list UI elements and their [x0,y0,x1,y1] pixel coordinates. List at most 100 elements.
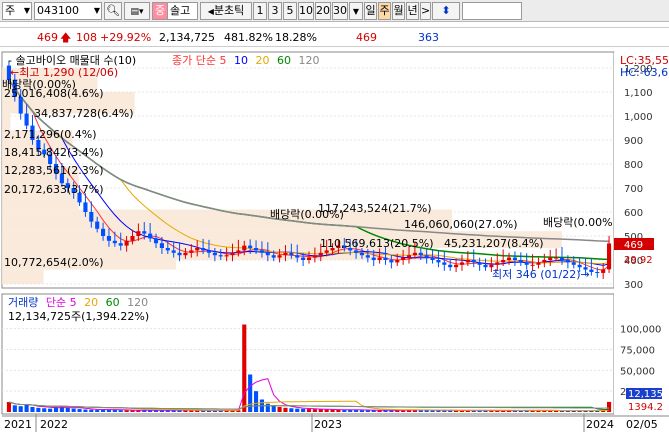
candle-body [418,252,423,256]
period-label: 일 [365,4,376,17]
candle-body [324,250,329,253]
candle-body [248,245,253,248]
history-button[interactable]: ▤▾ [124,2,150,20]
code-input[interactable]: 043100 ▼ [34,2,102,20]
candle-body [277,255,282,258]
interval-5[interactable]: 5 [283,2,297,20]
candle-body [442,262,447,265]
stock-chart[interactable]: 25,016,408(4.6%)34,837,728(6.4%)2,171,29… [0,50,669,432]
volume-tick-label: 100,000 [620,325,661,336]
dividend-label-1: 배당락(0.00%) [2,78,76,91]
volume-bar [271,405,276,412]
candle-body [477,262,482,265]
candle-body [118,243,123,246]
stock-tag-label: 중 [154,4,166,17]
volume-bar [130,410,135,412]
split-button[interactable]: ◀분초틱 [200,2,252,20]
volume-bar [312,409,317,412]
candle-body [283,252,288,256]
period-month[interactable]: 월 [392,2,405,20]
candle-body [383,257,388,260]
volume-bar [277,407,282,412]
interval-label: 1 [256,4,264,17]
x-label-2021: 2021 [4,418,32,431]
candle-body [489,264,494,268]
split-label: 분초틱 [213,4,245,17]
ma-120: 120 [298,54,319,67]
volume-info: 12,134,725주(1,394.22%) [8,310,149,323]
interval-10[interactable]: 10 [298,2,314,20]
history-icon: ▤▾ [130,7,144,17]
up-arrow-icon: 🡅 [60,31,72,44]
x-label-2024: 2024 [586,418,614,431]
chevron-down-icon: ▼ [352,7,360,16]
interval-label: 20 [316,4,330,17]
interval-30[interactable]: 30 [332,2,348,20]
interval-20[interactable]: 20 [315,2,331,20]
volume-bar [124,410,129,412]
interval-3[interactable]: 3 [268,2,282,20]
candle-body [201,248,206,251]
price-tick-label: 800 [624,160,643,171]
dividend-label-2: 배당락(0.00%) [270,208,344,221]
volume-bar [318,409,323,412]
candle-body [289,252,294,256]
period-week[interactable]: 주 [378,2,391,20]
market-select[interactable]: 주 ▼ [2,2,32,20]
candle-body [412,252,417,256]
volume-bar [30,407,35,412]
candle-body [371,257,376,260]
candle-body [142,231,147,234]
profile-label: 110,569,613(20.5%) [320,237,434,250]
profile-label: 20,172,633(3.7%) [4,183,104,196]
candle-body [236,250,241,253]
candle-body [95,221,100,229]
candle-body [189,250,194,253]
profile-label: 45,231,207(8.4%) [444,237,544,250]
updown-button[interactable]: ⬍ [432,2,460,20]
candle-body [124,240,129,246]
low-annotation: 최저 346 (01/22)→ [492,268,590,281]
candle-body [136,231,141,236]
volume-legend: 거래량 단순 5 20 60 120 [8,296,148,309]
ma-20: 20 [255,54,269,67]
candle-body [571,262,576,265]
volume-bar [77,409,82,412]
candle-body [506,257,512,260]
candle-body [501,260,506,263]
candle-body [206,250,212,253]
interval-label: 3 [271,4,279,17]
candle-body [454,264,459,268]
volume-bar [65,407,70,412]
search-button[interactable]: 🔍︎ [104,2,122,20]
volume-bar [265,403,270,412]
next-button[interactable]: > [420,2,431,20]
profile-label: 12,283,561(2.3%) [4,164,104,177]
candle-body [106,236,112,241]
x-label-date: 02/05 [626,418,658,431]
prev-low: 363 [418,31,439,44]
candle-body [253,248,259,251]
ma-10: 10 [234,54,248,67]
volume-bar [112,409,117,412]
interval-1[interactable]: 1 [253,2,267,20]
candle-body [536,262,541,265]
price-tick-label: 300 [624,280,643,291]
candle-body [406,255,412,258]
candle-body [159,243,164,248]
volume-bar [289,408,294,412]
candle-body [601,269,606,273]
volume-bar [89,409,94,412]
period-year[interactable]: 년 [406,2,419,20]
profile-label: 10,772,654(2.0%) [4,256,104,269]
candle-body [354,250,359,253]
candle-body [265,252,270,256]
price-change: 108 [76,31,97,44]
extra-input[interactable] [462,2,522,20]
interval-dropdown[interactable]: ▼ [349,2,363,20]
stock-name-label: 솔고 [170,4,191,17]
interval-label: 10 [299,4,313,17]
candle-body [83,202,88,212]
candle-body [171,250,176,253]
period-day[interactable]: 일 [364,2,377,20]
